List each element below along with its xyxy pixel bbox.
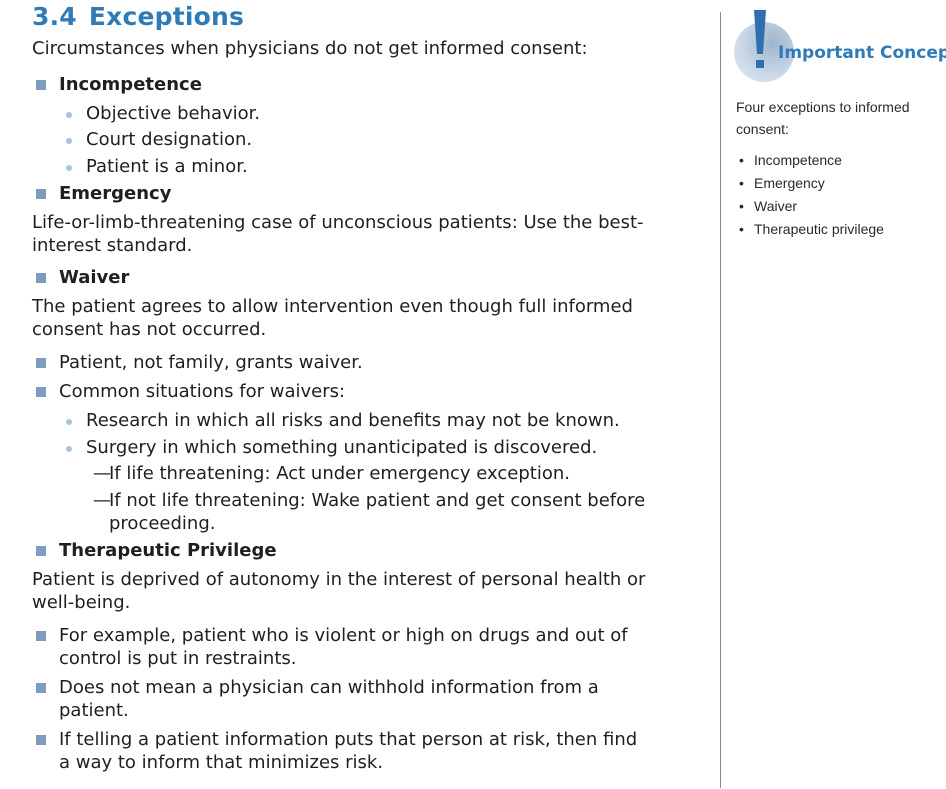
waiver-heading: Waiver	[59, 267, 130, 288]
square-bullet-icon	[36, 358, 46, 368]
square-bullet-icon	[36, 735, 46, 745]
list-item-text: Objective behavior.	[86, 103, 261, 124]
round-bullet-icon	[66, 112, 72, 118]
concept-list-item: • Emergency	[736, 172, 884, 195]
list-item-text: If telling a patient information puts th…	[59, 729, 638, 750]
list-item-text: If life threatening: Act under emergency…	[109, 463, 570, 484]
square-bullet-icon	[36, 387, 46, 397]
bullet-icon: •	[739, 175, 744, 191]
concept-list-item: • Incompetence	[736, 149, 884, 172]
emergency-text-line-2: interest standard.	[32, 235, 193, 256]
round-bullet-icon	[66, 419, 72, 425]
list-item-text: Court designation.	[86, 129, 253, 150]
emergency-heading: Emergency	[59, 183, 172, 204]
therapeutic-heading: Therapeutic Privilege	[59, 540, 277, 561]
square-bullet-icon	[36, 273, 46, 283]
therapeutic-text-line-1: Patient is deprived of autonomy in the i…	[32, 569, 646, 590]
concept-list-item-text: Incompetence	[754, 152, 842, 168]
incompetence-heading: Incompetence	[59, 74, 202, 95]
bullet-icon: •	[739, 198, 744, 214]
list-item-text: Patient, not family, grants waiver.	[59, 352, 363, 373]
bullet-icon: •	[739, 221, 744, 237]
list-item-text: If not life threatening: Wake patient an…	[109, 490, 646, 511]
square-bullet-icon	[36, 683, 46, 693]
concept-title: Important Concept	[778, 43, 946, 63]
section-number: 3.4	[32, 2, 77, 31]
list-item-text: Common situations for waivers:	[59, 381, 346, 402]
therapeutic-text-line-2: well-being.	[32, 592, 131, 613]
list-item-text: Surgery in which something unanticipated…	[86, 437, 598, 458]
list-item-text: Patient is a minor.	[86, 156, 248, 177]
waiver-text-line-2: consent has not occurred.	[32, 319, 267, 340]
square-bullet-icon	[36, 546, 46, 556]
column-divider	[720, 12, 721, 788]
square-bullet-icon	[36, 80, 46, 90]
round-bullet-icon	[66, 165, 72, 171]
concept-list-item: • Waiver	[736, 195, 884, 218]
section-intro: Circumstances when physicians do not get…	[32, 38, 588, 59]
bullet-icon: •	[739, 152, 744, 168]
list-item-text: For example, patient who is violent or h…	[59, 625, 628, 646]
important-concept-sidebar: Important Concept Four exceptions to inf…	[722, 0, 946, 789]
round-bullet-icon	[66, 446, 72, 452]
list-item-text: Does not mean a physician can withhold i…	[59, 677, 599, 698]
emergency-text-line-1: Life-or-limb-threatening case of unconsc…	[32, 212, 644, 233]
list-item-text: Research in which all risks and benefits…	[86, 410, 620, 431]
list-item-text: a way to inform that minimizes risk.	[59, 752, 384, 773]
square-bullet-icon	[36, 189, 46, 199]
square-bullet-icon	[36, 631, 46, 641]
section-heading: 3.4 Exceptions	[32, 2, 244, 31]
concept-list-item: • Therapeutic privilege	[736, 218, 884, 241]
list-item-text: proceeding.	[109, 513, 216, 534]
section-title: Exceptions	[88, 2, 245, 31]
concept-list-item-text: Therapeutic privilege	[754, 221, 884, 237]
waiver-text-line-1: The patient agrees to allow intervention…	[32, 296, 633, 317]
exclamation-icon	[754, 10, 766, 68]
list-item-text: control is put in restraints.	[59, 648, 297, 669]
round-bullet-icon	[66, 138, 72, 144]
concept-list: • Incompetence • Emergency • Waiver • Therap…	[736, 149, 884, 241]
concept-list-item-text: Emergency	[754, 175, 825, 191]
concept-list-item-text: Waiver	[754, 198, 798, 214]
concept-intro: Four exceptions to informed consent:	[736, 99, 910, 137]
list-item-text: patient.	[59, 700, 129, 721]
